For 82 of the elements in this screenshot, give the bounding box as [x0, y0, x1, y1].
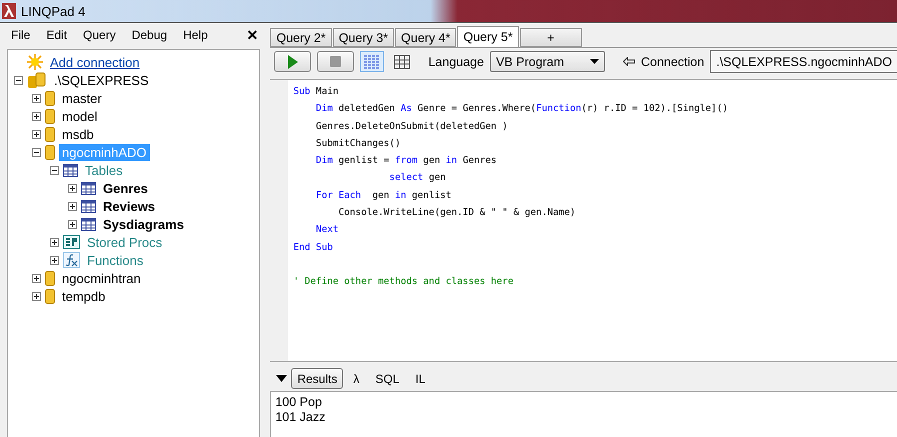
table-icon	[81, 200, 96, 212]
expand-icon[interactable]	[68, 202, 77, 210]
menu-item[interactable]: Help	[183, 28, 208, 42]
query-tab[interactable]: Query 4*	[395, 28, 456, 47]
query-tab[interactable]: Query 2*	[270, 28, 332, 47]
query-tab[interactable]: Query 3*	[332, 28, 394, 47]
language-label: Language	[428, 54, 484, 68]
connection-dropdown[interactable]: .\SQLEXPRESS.ngocminhADO	[710, 50, 897, 73]
expand-icon[interactable]	[68, 184, 77, 192]
database-icon	[45, 270, 55, 286]
database-icon	[45, 90, 55, 106]
code-line: Next	[314, 223, 340, 238]
language-dropdown[interactable]: VB Program	[490, 51, 605, 72]
code-line: For Each gen in genlist	[314, 188, 452, 203]
function-icon	[63, 252, 80, 268]
code-line: End Sub	[293, 240, 334, 255]
expand-icon[interactable]	[32, 292, 41, 300]
stop-button[interactable]	[317, 51, 354, 72]
sun-icon	[27, 54, 43, 70]
tree-item[interactable]: Stored Procs	[84, 234, 166, 250]
collapse-icon[interactable]	[50, 166, 59, 174]
table-icon	[81, 182, 96, 194]
code-line: SubmitChanges()	[314, 136, 402, 151]
database-icon	[45, 144, 55, 160]
database-icon	[45, 126, 55, 142]
new-tab-button[interactable]: +	[520, 28, 582, 47]
tree-item[interactable]: .\SQLEXPRESS	[51, 72, 152, 88]
stop-icon	[330, 56, 342, 67]
code-line: Dim genlist = from gen in Genres	[314, 154, 498, 168]
results-tab[interactable]: λ	[347, 368, 366, 389]
tree-item[interactable]: Sysdiagrams	[100, 216, 187, 232]
collapse-icon[interactable]	[14, 76, 23, 84]
expand-icon[interactable]	[32, 274, 41, 282]
arrow-left-icon	[622, 57, 635, 66]
output-line: 101 Jazz	[275, 410, 326, 425]
connection-label: Connection	[640, 54, 704, 68]
collapse-icon[interactable]	[32, 148, 41, 156]
database-icon	[45, 108, 55, 124]
close-button[interactable]: ✕	[244, 27, 260, 43]
expand-icon[interactable]	[50, 238, 59, 246]
tree-item[interactable]: ngocminhtran	[59, 270, 144, 286]
expand-icon[interactable]	[32, 112, 41, 120]
tree-item[interactable]: Functions	[84, 252, 146, 268]
table-icon	[63, 164, 78, 176]
database-icon	[45, 288, 55, 304]
expand-icon[interactable]	[50, 256, 59, 264]
rich-text-view-button[interactable]	[360, 51, 384, 72]
procedure-icon	[63, 235, 80, 249]
run-button[interactable]	[274, 51, 312, 72]
code-line: ' Define other methods and classes here	[293, 275, 514, 290]
code-line: Console.WriteLine(gen.ID & " " & gen.Name)	[337, 206, 577, 220]
code-line: Genres.DeleteOnSubmit(deletedGen )	[314, 120, 509, 134]
expand-icon[interactable]	[32, 130, 41, 138]
results-tab[interactable]: SQL	[369, 368, 406, 389]
code-line: Sub Main	[293, 85, 340, 99]
tree-item[interactable]: Genres	[100, 180, 151, 196]
tree-item[interactable]: Tables	[82, 162, 126, 178]
tree-item[interactable]: master	[59, 90, 105, 106]
tree-item[interactable]: msdb	[59, 126, 97, 142]
collapse-icon[interactable]	[276, 375, 288, 382]
window-title: LINQPad 4	[21, 4, 86, 18]
tree-item[interactable]: tempdb	[59, 288, 108, 304]
menu-item[interactable]: Edit	[46, 28, 68, 42]
tree-item[interactable]: model	[59, 108, 100, 124]
table-icon	[81, 218, 96, 230]
play-icon	[288, 54, 298, 68]
code-line: Dim deletedGen As Genre = Genres.Where(Function(r) r.ID = 102).[Single]()	[314, 102, 728, 116]
menu-item[interactable]: Debug	[132, 28, 168, 42]
query-tab[interactable]: Query 5*	[457, 26, 519, 47]
caret-icon	[590, 59, 599, 64]
database-icon	[27, 72, 47, 88]
tree-item[interactable]: Reviews	[100, 198, 158, 214]
menu-item[interactable]: Query	[83, 28, 116, 42]
results-tab[interactable]: Results	[291, 368, 344, 389]
menu-item[interactable]: File	[11, 28, 30, 42]
lambda-icon	[2, 3, 16, 19]
expand-icon[interactable]	[32, 94, 41, 102]
expand-icon[interactable]	[68, 220, 77, 228]
output-line: 100 Pop	[275, 395, 323, 410]
results-tab[interactable]: IL	[409, 368, 432, 389]
code-line: select gen	[388, 171, 447, 186]
add-connection-link[interactable]: Add connection	[47, 54, 143, 70]
